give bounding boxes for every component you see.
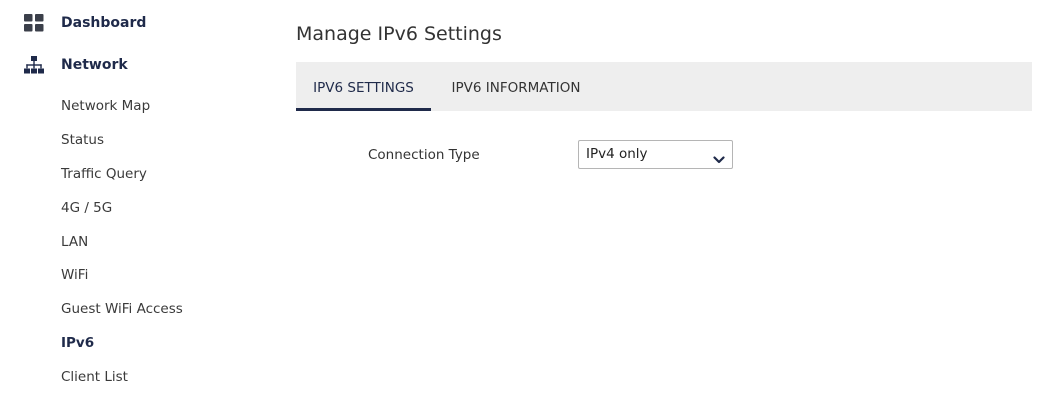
connection-type-value: IPv4 only (586, 146, 648, 162)
sidebar-item-wifi[interactable]: WiFi (61, 264, 88, 286)
sidebar-item-traffic-query[interactable]: Traffic Query (61, 163, 147, 185)
sidebar-item-status[interactable]: Status (61, 129, 104, 151)
sidebar-item-lan[interactable]: LAN (61, 231, 88, 253)
page-title: Manage IPv6 Settings (296, 23, 502, 45)
sidebar-item-network-label: Network (61, 57, 128, 73)
sidebar-item-guest-wifi-access[interactable]: Guest WiFi Access (61, 298, 183, 320)
chevron-down-icon (713, 150, 725, 164)
dashboard-grid-icon (24, 14, 44, 32)
sidebar-item-client-list[interactable]: Client List (61, 366, 128, 388)
tab-ipv6-settings[interactable]: IPV6 SETTINGS (296, 62, 431, 111)
connection-type-label: Connection Type (368, 147, 480, 163)
sidebar: Dashboard Network Network Map Status Tra… (0, 0, 270, 399)
network-topology-icon (24, 56, 44, 74)
connection-type-select[interactable]: IPv4 only (578, 140, 733, 169)
sidebar-item-dashboard-label: Dashboard (61, 15, 147, 31)
tab-bar: IPV6 SETTINGS IPV6 INFORMATION (296, 62, 1032, 111)
sidebar-item-dashboard[interactable]: Dashboard (0, 11, 200, 35)
sidebar-item-network-map[interactable]: Network Map (61, 95, 150, 117)
sidebar-item-ipv6[interactable]: IPv6 (61, 332, 94, 354)
sidebar-item-4g-5g[interactable]: 4G / 5G (61, 197, 112, 219)
tab-ipv6-information[interactable]: IPV6 INFORMATION (431, 62, 601, 111)
sidebar-item-network[interactable]: Network (0, 53, 200, 77)
